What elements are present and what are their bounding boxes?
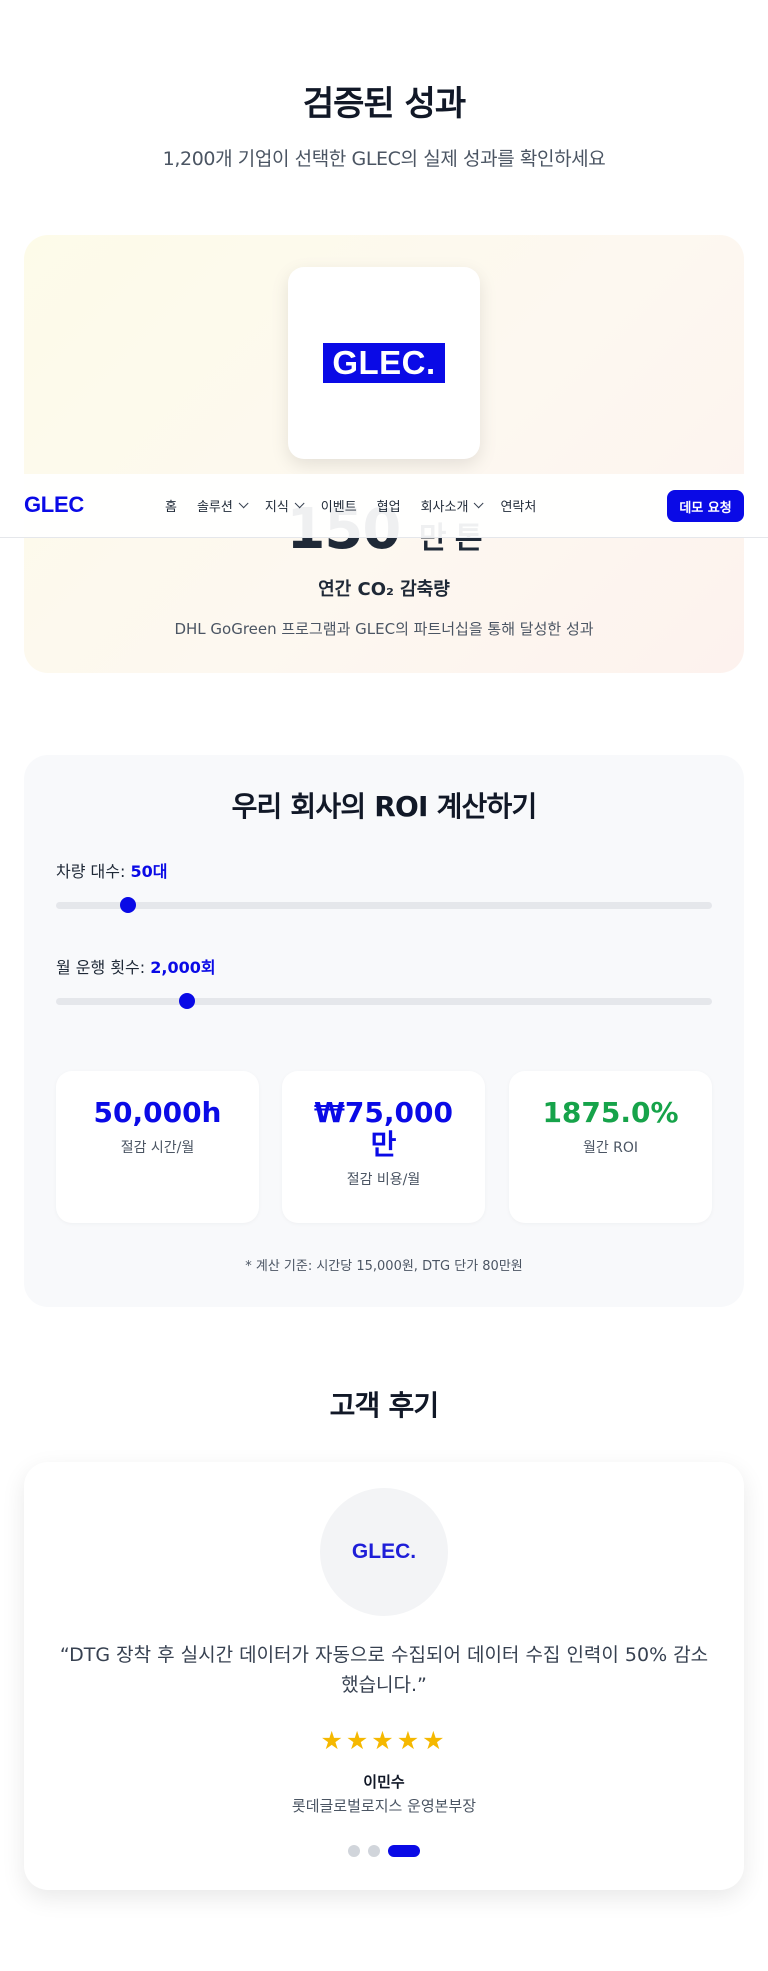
stat-value: 50,000h	[93, 1096, 222, 1129]
stat-value: ₩75,000만	[314, 1096, 453, 1162]
nav-item[interactable]: 지식	[264, 496, 305, 515]
nav-item-label: 협업	[376, 500, 401, 515]
stat-label: 절감 시간/월	[120, 1140, 195, 1157]
roi-calculator: 우리 회사의 ROI 계산하기 차량 대수: 50대 월 운행 횟수: 2,00…	[24, 755, 744, 1307]
stat-card-cost: ₩75,000만 절감 비용/월	[282, 1071, 485, 1223]
vehicles-slider-thumb[interactable]	[120, 897, 137, 913]
nav-item[interactable]: 협업	[377, 496, 401, 515]
vehicles-slider[interactable]	[56, 897, 712, 913]
reviewer-avatar: GLEC.	[320, 1488, 448, 1616]
vehicles-value: 50대	[130, 862, 168, 881]
pagination-dot[interactable]	[388, 1845, 420, 1857]
pagination-dot[interactable]	[368, 1845, 380, 1857]
trips-slider-label: 월 운행 횟수: 2,000회	[56, 954, 216, 978]
nav-item-label: 연락처	[500, 500, 537, 515]
demo-request-button[interactable]: 데모 요청	[667, 490, 744, 522]
section-title-performance: 검증된 성과	[302, 84, 466, 124]
nav-item[interactable]: 이벤트	[321, 496, 357, 515]
section-subtitle-performance: 1,200개 기업이 선택한 GLEC의 실제 성과를 확인하세요	[162, 148, 606, 170]
achievement-description: DHL GoGreen 프로그램과 GLEC의 파트너십을 통해 달성한 성과	[174, 620, 594, 638]
chevron-down-icon	[238, 498, 249, 509]
nav-item-label: 지식	[264, 500, 289, 515]
nav-menu: 홈 솔루션 지식 이벤트 협업 회사소개 연락처	[165, 496, 556, 515]
stat-label: 절감 비용/월	[346, 1172, 421, 1189]
stat-card-time: 50,000h 절감 시간/월	[56, 1071, 259, 1223]
review-quote: “DTG 장착 후 실시간 데이터가 자동으로 수집되어 데이터 수집 인력이 …	[59, 1644, 709, 1697]
partner-logo-tile: GLEC.	[288, 267, 480, 459]
pagination-dot[interactable]	[348, 1845, 360, 1857]
trips-label-text: 월 운행 횟수:	[56, 958, 151, 977]
top-navbar: GLEC 홈 솔루션 지식 이벤트 협업 회사소개 연락처 데모 요청	[0, 474, 768, 538]
roi-title: 우리 회사의 ROI 계산하기	[231, 790, 538, 823]
carousel-pagination	[348, 1845, 420, 1857]
stat-label: 월간 ROI	[582, 1140, 639, 1157]
achievement-metric-label: 연간 CO₂ 감축량	[318, 579, 450, 600]
star-rating: ★★★★★	[320, 1726, 448, 1755]
vehicles-slider-label: 차량 대수: 50대	[56, 858, 167, 882]
nav-item[interactable]: 솔루션	[196, 496, 249, 515]
chevron-down-icon	[474, 498, 485, 509]
achievement-card: GLEC. 150 만 톤 연간 CO₂ 감축량 DHL GoGreen 프로그…	[24, 235, 744, 673]
nav-item[interactable]: 홈	[165, 496, 177, 515]
reviewer-role: 롯데글로벌로지스 운영본부장	[291, 1797, 477, 1815]
roi-calculation-note: * 계산 기준: 시간당 15,000원, DTG 단가 80만원	[245, 1259, 523, 1274]
nav-item-label: 회사소개	[420, 500, 469, 515]
nav-item-label: 솔루션	[196, 500, 233, 515]
section-title-reviews: 고객 후기	[329, 1389, 440, 1422]
stat-value: 1875.0%	[542, 1096, 679, 1129]
glec-logo: GLEC.	[323, 343, 445, 383]
vehicles-label-text: 차량 대수:	[56, 862, 131, 881]
chevron-down-icon	[294, 498, 305, 509]
trips-slider-thumb[interactable]	[179, 993, 196, 1009]
nav-item-label: 홈	[165, 500, 177, 515]
nav-logo[interactable]: GLEC	[24, 492, 84, 518]
reviewer-name: 이민수	[363, 1773, 405, 1791]
stat-card-roi: 1875.0% 월간 ROI	[509, 1071, 712, 1223]
nav-item-label: 이벤트	[320, 500, 357, 515]
trips-slider[interactable]	[56, 993, 712, 1009]
nav-item[interactable]: 회사소개	[420, 496, 485, 515]
nav-item[interactable]: 연락처	[500, 496, 536, 515]
trips-value: 2,000회	[150, 958, 216, 977]
review-card: GLEC. “DTG 장착 후 실시간 데이터가 자동으로 수집되어 데이터 수…	[24, 1462, 744, 1890]
